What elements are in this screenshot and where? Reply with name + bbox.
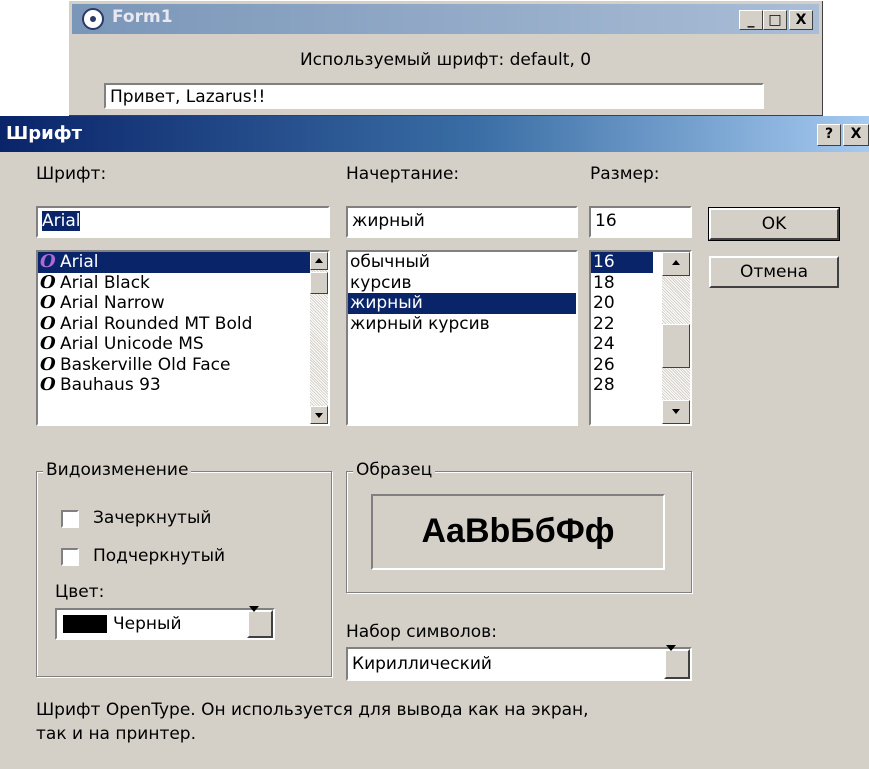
charset-value: Кириллический: [352, 654, 492, 674]
font-list-item[interactable]: O Arial Unicode MS: [38, 334, 328, 355]
font-list-scrollbar[interactable]: [310, 252, 328, 424]
close-button[interactable]: X: [789, 10, 813, 30]
scroll-thumb[interactable]: [310, 272, 328, 294]
font-dialog: Шрифт ? X Шрифт: Arial O Arial O Arial Bla…: [0, 116, 869, 769]
font-list-item[interactable]: O Arial Narrow: [38, 293, 328, 314]
minimize-button[interactable]: _: [739, 10, 763, 30]
style-list-item[interactable]: жирный курсив: [348, 314, 576, 335]
scroll-thumb[interactable]: [662, 324, 690, 368]
opentype-icon: O: [40, 271, 56, 293]
font-list-item[interactable]: O Bauhaus 93: [38, 375, 328, 396]
color-label: Цвет:: [55, 582, 105, 602]
scroll-down-button[interactable]: [662, 400, 690, 424]
arrow-down-icon: [672, 409, 680, 414]
strikeout-checkbox[interactable]: [61, 510, 79, 528]
opentype-icon: O: [40, 292, 56, 313]
style-list-item[interactable]: обычный: [348, 252, 576, 273]
font-label: Шрифт:: [36, 164, 107, 184]
opentype-icon: O: [40, 312, 56, 334]
color-dropdown-button[interactable]: [247, 606, 273, 638]
cancel-button[interactable]: Отмена: [709, 256, 839, 288]
chevron-down-icon: [666, 645, 676, 671]
dialog-title: Шрифт: [6, 123, 83, 144]
style-list-item[interactable]: курсив: [348, 273, 576, 294]
strikeout-label[interactable]: Зачеркнутый: [93, 508, 211, 528]
effects-group: Видоизменение Зачеркнутый Подчеркнутый Ц…: [36, 460, 332, 677]
used-font-label: Используемый шрифт: default, 0: [299, 50, 592, 70]
form1-titlebar[interactable]: Form1 _ □ X: [72, 4, 819, 34]
app-icon: [82, 8, 104, 30]
sample-preview: AaBbБбФф: [371, 494, 665, 570]
chevron-down-icon: [249, 606, 259, 632]
scroll-up-button[interactable]: [662, 252, 690, 276]
size-input[interactable]: 16: [589, 206, 692, 238]
size-label: Размер:: [590, 164, 660, 184]
ok-button[interactable]: OK: [708, 207, 840, 241]
style-list[interactable]: обычный курсив жирный жирный курсив: [346, 250, 578, 426]
form1-window: Form1 _ □ X Используемый шрифт: default,…: [68, 0, 823, 116]
opentype-icon: O: [40, 374, 56, 395]
arrow-up-icon: [672, 260, 680, 265]
font-description-line2: так и на принтер.: [36, 724, 197, 744]
font-name-input[interactable]: Arial: [36, 206, 330, 238]
font-name-value: Arial: [42, 211, 81, 231]
font-list[interactable]: O Arial O Arial Black O Arial Narrow O Arial…: [36, 250, 330, 426]
style-input[interactable]: жирный: [346, 206, 578, 238]
charset-select[interactable]: Кириллический: [346, 645, 692, 681]
scroll-down-button[interactable]: [310, 406, 328, 424]
charset-label: Набор символов:: [346, 622, 497, 642]
color-swatch: [63, 615, 107, 633]
opentype-icon: O: [40, 333, 56, 354]
size-list-item[interactable]: 16: [591, 252, 653, 273]
arrow-down-icon: [315, 413, 323, 418]
form1-title: Form1: [112, 7, 173, 27]
style-label: Начертание:: [346, 164, 460, 184]
font-list-item[interactable]: O Arial Black: [38, 271, 328, 294]
help-button[interactable]: ?: [817, 124, 841, 146]
color-select[interactable]: Черный: [55, 606, 275, 640]
opentype-icon: O: [40, 353, 56, 375]
sample-group: Образец AaBbБбФф: [346, 460, 692, 593]
style-list-item[interactable]: жирный: [348, 293, 576, 314]
charset-dropdown-button[interactable]: [664, 645, 690, 679]
dialog-close-button[interactable]: X: [843, 124, 869, 146]
greeting-edit[interactable]: Привет, Lazarus!!: [104, 83, 764, 109]
opentype-icon: O: [40, 251, 56, 272]
font-list-item[interactable]: O Baskerville Old Face: [38, 353, 328, 376]
dialog-titlebar[interactable]: Шрифт ? X: [0, 116, 869, 152]
sample-legend: Образец: [353, 460, 436, 480]
underline-label: Подчеркнутый: [93, 546, 226, 566]
scroll-up-button[interactable]: [310, 252, 328, 270]
font-list-item[interactable]: O Arial Rounded MT Bold: [38, 312, 328, 335]
arrow-up-icon: [315, 258, 323, 263]
color-value: Черный: [113, 614, 182, 634]
font-list-item[interactable]: O Arial: [38, 252, 328, 273]
maximize-button[interactable]: □: [763, 10, 787, 30]
size-list-scrollbar[interactable]: [662, 252, 690, 424]
underline-checkbox[interactable]: [61, 548, 79, 566]
effects-legend: Видоизменение: [43, 460, 192, 480]
font-description-line1: Шрифт OpenType. Он используется для выво…: [36, 700, 589, 720]
size-list[interactable]: 16 18 20 22 24 26 28: [589, 250, 692, 426]
